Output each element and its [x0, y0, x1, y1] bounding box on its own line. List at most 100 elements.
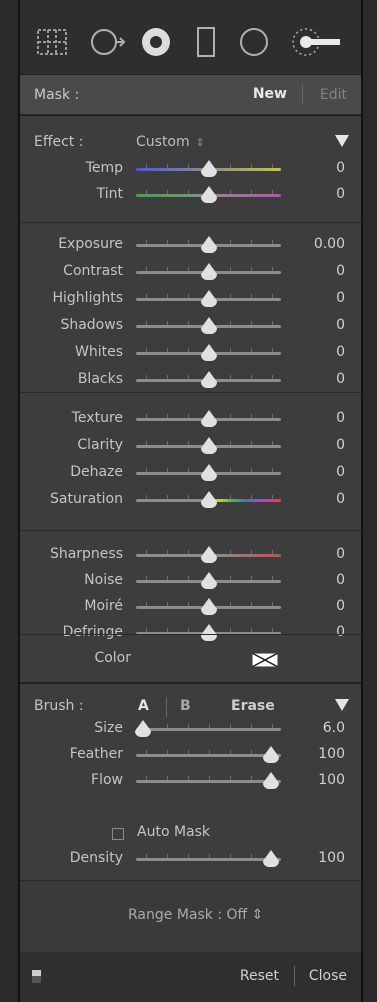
sharpness-row: Sharpness 0 — [20, 543, 361, 567]
exposure-label: Exposure — [58, 236, 123, 252]
range-mask-box: Range Mask : Off ⇕ — [20, 880, 361, 954]
size-slider-track[interactable] — [136, 728, 281, 731]
brush-section: Brush : A B Erase Size 6.0 Feather 100 Flow 1… — [20, 682, 361, 882]
density-slider-track[interactable] — [136, 858, 281, 861]
whites-slider-thumb[interactable] — [200, 344, 217, 361]
density-row: Density 100 — [20, 847, 361, 871]
moir--value[interactable]: 0 — [336, 598, 345, 614]
brush-label: Brush : — [34, 698, 84, 714]
dehaze-row: Dehaze 0 — [20, 461, 361, 485]
flow-slider-track[interactable] — [136, 780, 281, 783]
noise-value[interactable]: 0 — [336, 572, 345, 588]
size-slider-thumb[interactable] — [135, 720, 152, 737]
moir--label: Moiré — [84, 598, 123, 614]
exposure-slider-thumb[interactable] — [200, 236, 217, 253]
blacks-slider-thumb[interactable] — [200, 371, 217, 388]
toggle-panel-icon[interactable] — [32, 970, 41, 983]
noise-slider-thumb[interactable] — [200, 572, 217, 589]
highlights-value[interactable]: 0 — [336, 290, 345, 306]
texture-label: Texture — [71, 410, 123, 426]
color-label: Color — [94, 650, 131, 666]
feather-slider-thumb[interactable] — [262, 746, 279, 763]
saturation-value[interactable]: 0 — [336, 491, 345, 507]
brush-a-button[interactable]: A — [138, 698, 149, 714]
updown-arrows-icon: ⇕ — [251, 907, 264, 923]
divider — [294, 966, 295, 986]
tint-value[interactable]: 0 — [336, 186, 345, 202]
shadows-slider-thumb[interactable] — [200, 317, 217, 334]
highlights-label: Highlights — [52, 290, 124, 306]
temp-slider-thumb[interactable] — [200, 160, 217, 177]
clarity-value[interactable]: 0 — [336, 437, 345, 453]
flow-slider-thumb[interactable] — [262, 772, 279, 789]
effect-label: Effect : — [34, 134, 84, 150]
reset-button[interactable]: Reset — [240, 968, 279, 984]
collapse-triangle-icon[interactable] — [335, 699, 349, 711]
graduated-filter-icon[interactable] — [186, 20, 226, 64]
whites-row: Whites 0 — [20, 341, 361, 365]
updown-arrows-icon: ⇕ — [195, 136, 205, 149]
new-mask-button[interactable]: New — [253, 86, 287, 102]
clarity-label: Clarity — [77, 437, 123, 453]
shadows-value[interactable]: 0 — [336, 317, 345, 333]
spot-removal-icon[interactable] — [86, 20, 126, 64]
feather-slider-track[interactable] — [136, 754, 281, 757]
blacks-label: Blacks — [77, 371, 123, 387]
range-mask-label: Range Mask : Off — [128, 907, 248, 923]
footer-bar: Reset Close — [20, 952, 361, 1002]
brush-b-button[interactable]: B — [180, 698, 191, 714]
red-eye-icon[interactable] — [136, 20, 176, 64]
effect-section: Effect : Custom ⇕ Temp 0 Tint 0 — [20, 114, 361, 203]
color-swatch[interactable] — [252, 653, 278, 667]
blacks-value[interactable]: 0 — [336, 371, 345, 387]
shadows-label: Shadows — [60, 317, 123, 333]
clarity-slider-thumb[interactable] — [200, 437, 217, 454]
noise-label: Noise — [84, 572, 123, 588]
erase-button[interactable]: Erase — [231, 698, 275, 714]
color-section: Color — [20, 634, 361, 683]
effect-preset-value: Custom — [136, 134, 190, 150]
contrast-row: Contrast 0 — [20, 260, 361, 284]
effect-preset-dropdown[interactable]: Custom ⇕ — [136, 134, 205, 150]
dehaze-slider-thumb[interactable] — [200, 464, 217, 481]
density-slider-thumb[interactable] — [262, 850, 279, 867]
density-value[interactable]: 100 — [318, 850, 345, 866]
feather-label: Feather — [69, 746, 123, 762]
noise-row: Noise 0 — [20, 569, 361, 593]
contrast-slider-thumb[interactable] — [200, 263, 217, 280]
contrast-value[interactable]: 0 — [336, 263, 345, 279]
auto-mask-label: Auto Mask — [137, 824, 211, 840]
whites-value[interactable]: 0 — [336, 344, 345, 360]
collapse-triangle-icon[interactable] — [335, 135, 349, 147]
temp-row: Temp 0 — [20, 157, 361, 181]
dehaze-value[interactable]: 0 — [336, 464, 345, 480]
close-button[interactable]: Close — [309, 968, 347, 984]
presence-section: Texture 0 Clarity 0 Dehaze 0 Saturation 0 — [20, 392, 361, 523]
texture-slider-thumb[interactable] — [200, 410, 217, 427]
highlights-slider-thumb[interactable] — [200, 290, 217, 307]
blacks-row: Blacks 0 — [20, 368, 361, 392]
sharpness-label: Sharpness — [49, 546, 123, 562]
sharpness-slider-thumb[interactable] — [200, 546, 217, 563]
auto-mask-checkbox[interactable] — [112, 828, 124, 840]
flow-value[interactable]: 100 — [318, 772, 345, 788]
tint-slider-thumb[interactable] — [200, 186, 217, 203]
edit-mask-button[interactable]: Edit — [320, 87, 347, 103]
feather-value[interactable]: 100 — [318, 746, 345, 762]
range-mask-dropdown[interactable]: Range Mask : Off ⇕ — [128, 907, 263, 923]
saturation-slider-thumb[interactable] — [200, 491, 217, 508]
size-row: Size 6.0 — [20, 717, 361, 741]
moir--slider-thumb[interactable] — [200, 598, 217, 615]
adjustment-brush-icon[interactable] — [286, 20, 344, 64]
sharpness-value[interactable]: 0 — [336, 546, 345, 562]
clarity-row: Clarity 0 — [20, 434, 361, 458]
crop-overlay-icon[interactable] — [32, 20, 72, 64]
tint-row: Tint 0 — [20, 183, 361, 207]
color-row: Color — [20, 647, 361, 671]
exposure-value[interactable]: 0.00 — [314, 236, 345, 252]
temp-value[interactable]: 0 — [336, 160, 345, 176]
radial-filter-icon[interactable] — [234, 20, 274, 64]
size-value[interactable]: 6.0 — [323, 720, 345, 736]
texture-value[interactable]: 0 — [336, 410, 345, 426]
mask-mode-bar: Mask : New Edit — [20, 74, 361, 116]
